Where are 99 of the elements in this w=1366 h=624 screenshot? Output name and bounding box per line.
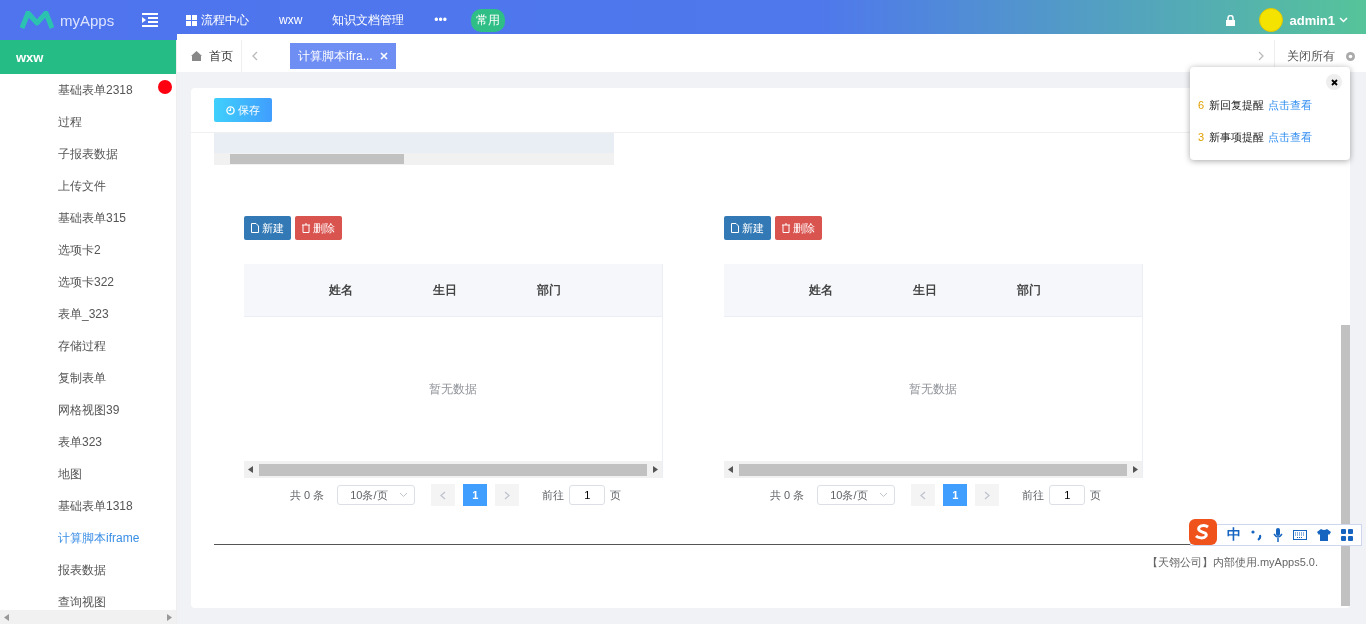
prev-page-button[interactable] [431,484,456,506]
punctuation-icon[interactable] [1251,529,1263,541]
next-page-button[interactable] [495,484,520,506]
sidebar-item[interactable]: 计算脚本iframe [0,529,140,547]
sidebar-item[interactable]: 存储过程 [0,337,106,355]
next-page-button[interactable] [975,484,1000,506]
sidebar-item[interactable]: 基础表单2318 [0,81,133,99]
goto-label: 前往 [542,487,565,503]
keyboard-icon[interactable] [1293,530,1307,540]
horizontal-scrollbar[interactable] [244,461,662,478]
page-size-select[interactable]: 10条/页 [817,485,896,505]
scroll-left-icon [728,466,733,473]
notification-count: 6 [1198,99,1205,111]
chevron-right-icon [984,490,991,500]
home-icon [191,51,202,61]
home-tab[interactable]: 首页 [177,40,242,72]
chevron-left-icon [920,490,927,500]
scroll-left-icon [4,613,9,621]
shirt-icon[interactable] [1317,529,1331,541]
sidebar-item[interactable]: 过程 [0,113,82,131]
language-mode[interactable]: 中 [1227,526,1241,544]
total-count: 共 0 条 [770,487,805,503]
chevron-right-icon [504,490,511,500]
scroll-left-icon [248,466,253,473]
scroll-left-icon[interactable] [252,51,258,61]
page-input[interactable]: 1 [1049,485,1086,505]
chevron-down-icon [399,492,409,498]
page-suffix: 页 [1090,487,1102,503]
sidebar-item[interactable]: 子报表数据 [0,145,118,163]
grid-icon [186,14,197,26]
sidebar-item[interactable]: 复制表单 [0,369,106,387]
column-header: 姓名 [329,281,354,299]
sidebar-item[interactable]: 查询视图 [0,593,106,610]
horizontal-scrollbar[interactable] [214,153,614,165]
notification-text: 新回复提醒 [1209,97,1265,113]
chevron-left-icon [440,490,447,500]
nav-item[interactable]: 流程中心 [186,11,249,29]
trash-icon [302,223,310,233]
sidebar-item[interactable]: 上传文件 [0,177,106,195]
goto-label: 前往 [1022,487,1045,503]
empty-message: 暂无数据 [429,380,477,398]
sidebar-item[interactable]: 表单_323 [0,305,109,323]
app-name: myApps [60,11,115,29]
page-suffix: 页 [610,487,622,503]
scroll-right-icon [1133,466,1138,473]
gear-icon[interactable] [1345,50,1356,62]
scroll-right-icon [653,466,658,473]
sidebar-item[interactable]: 报表数据 [0,561,106,579]
page-size-select[interactable]: 10条/页 [337,485,416,505]
delete-button[interactable]: 删除 [775,216,822,240]
clock-icon [226,105,235,115]
menu-icon[interactable] [142,13,158,27]
column-header: 姓名 [809,281,834,299]
horizontal-scrollbar[interactable] [724,461,1142,478]
sidebar-item[interactable]: 选项卡2 [0,241,101,259]
footer-text: 【天翎公司】内部使用.myApps5.0. [1146,555,1318,570]
column-header: 部门 [537,281,562,299]
empty-message: 暂无数据 [909,380,957,398]
avatar[interactable] [1259,8,1284,32]
document-icon [731,223,739,233]
new-button[interactable]: 新建 [724,216,771,240]
total-count: 共 0 条 [290,487,325,503]
column-header: 生日 [913,281,938,299]
view-link[interactable]: 点击查看 [1268,97,1313,113]
prev-page-button[interactable] [911,484,936,506]
notification-text: 新事项提醒 [1209,129,1265,145]
delete-button[interactable]: 删除 [295,216,342,240]
new-button[interactable]: 新建 [244,216,291,240]
sidebar-item[interactable]: 基础表单1318 [0,497,133,515]
nav-item[interactable]: ••• [434,13,447,27]
sidebar-item[interactable]: 表单323 [0,433,103,451]
column-header: 部门 [1017,281,1042,299]
sidebar-item[interactable]: 网格视图39 [0,401,120,419]
lock-icon[interactable] [1226,14,1236,26]
nav-item[interactable]: wxw [279,13,303,27]
sidebar-item[interactable]: 基础表单315 [0,209,127,227]
close-icon[interactable] [379,52,388,60]
chevron-down-icon [1339,17,1348,23]
logo-icon [20,11,54,29]
notification-count: 3 [1198,131,1205,143]
scroll-right-icon[interactable] [1258,51,1264,61]
sidebar-item[interactable]: 选项卡322 [0,273,115,291]
view-link[interactable]: 点击查看 [1268,129,1313,145]
document-icon [251,223,259,233]
page-input[interactable]: 1 [569,485,606,505]
close-button[interactable] [1326,74,1342,90]
sidebar-item[interactable]: 地图 [0,465,82,483]
horizontal-scrollbar[interactable] [0,610,176,624]
scroll-right-icon [167,613,172,621]
grid-icon[interactable] [1341,529,1353,541]
close-icon [1330,78,1338,86]
trash-icon [782,223,790,233]
input-method-logo-icon[interactable] [1189,519,1217,545]
sidebar-header: wxw [0,40,176,74]
nav-item[interactable]: 知识文档管理 [332,11,405,29]
microphone-icon[interactable] [1273,528,1283,542]
column-header: 生日 [433,281,458,299]
chevron-down-icon [879,492,889,498]
vertical-scrollbar[interactable] [1341,325,1350,606]
